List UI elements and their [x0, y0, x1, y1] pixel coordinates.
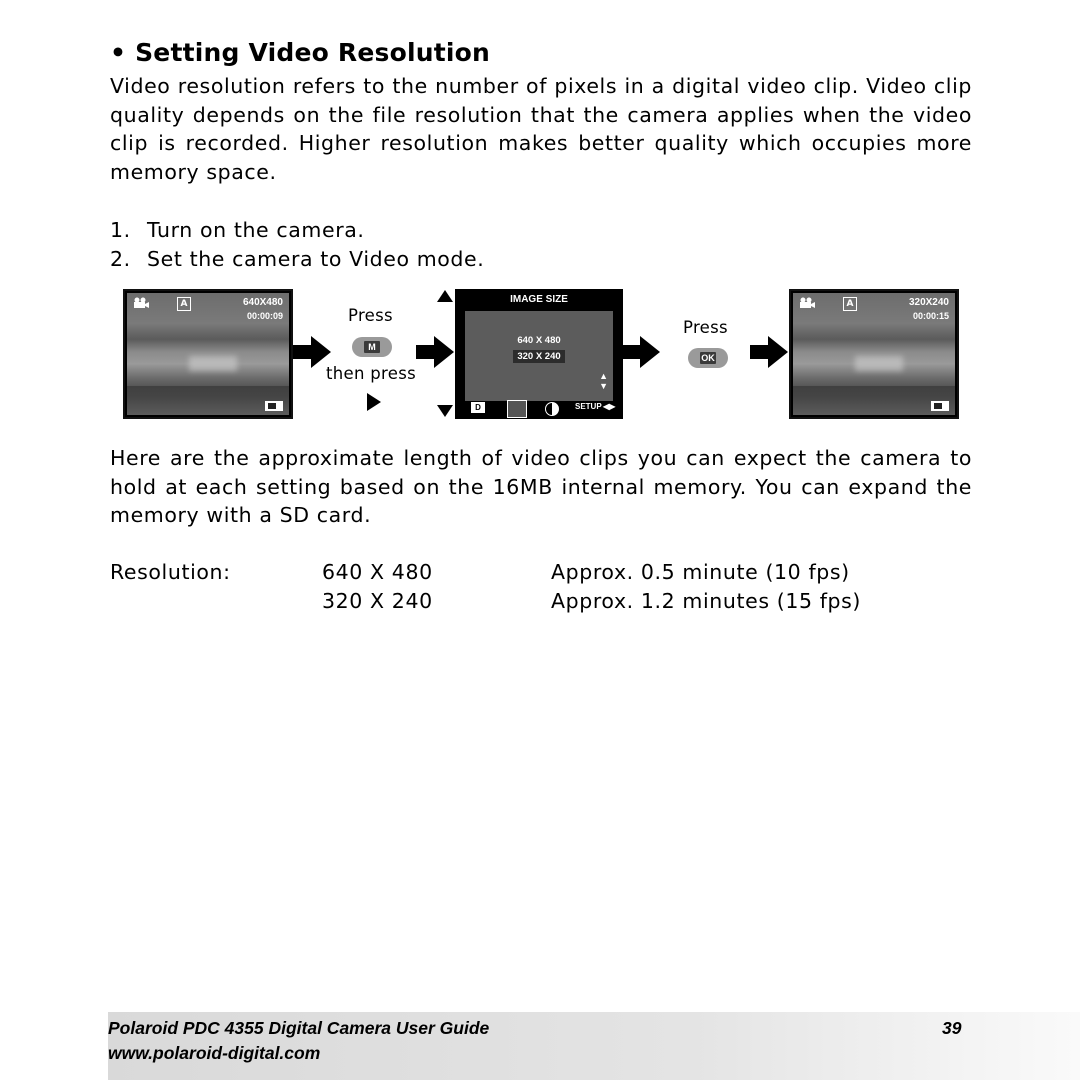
resolution-value: 640 X 480 — [322, 560, 433, 584]
resolution-desc: Approx. 0.5 minute (10 fps) — [551, 560, 850, 584]
menu-button-m: M — [352, 337, 392, 357]
step-item: 1. Turn on the camera. — [110, 218, 365, 242]
resolution-readout: 640X480 — [242, 297, 283, 308]
down-arrow-icon — [437, 405, 453, 417]
image-size-icon — [507, 400, 527, 418]
resolution-readout: 320X240 — [908, 297, 949, 308]
flash-auto-icon: A — [843, 297, 857, 311]
step-item: 2. Set the camera to Video mode. — [110, 246, 485, 271]
battery-icon — [265, 401, 283, 411]
resolution-label: Resolution: — [110, 560, 231, 584]
menu-option: 640 X 480 — [517, 335, 561, 346]
ok-button: OK — [688, 348, 728, 368]
camera-icon: D — [471, 402, 485, 413]
menu-option-selected: 320 X 240 — [465, 350, 613, 363]
menu-title: IMAGE SIZE — [510, 294, 568, 305]
capacity-paragraph: Here are the approximate length of video… — [110, 446, 972, 527]
lcd-screen-after: A 320X240 00:00:15 — [789, 289, 959, 419]
lcd-screen-before: A 640X480 00:00:09 — [123, 289, 293, 419]
page-number: 39 — [942, 1018, 962, 1038]
resolution-descriptions: Approx. 0.5 minute (10 fps) Approx. 1.2 … — [551, 558, 861, 616]
up-down-icon: ▲ ▼ — [599, 371, 608, 391]
press-label: Press — [683, 318, 728, 337]
steps-list: 1. Turn on the camera. 2. Set the camera t… — [110, 216, 484, 273]
video-camera-icon — [800, 297, 815, 308]
video-camera-icon — [134, 297, 149, 308]
press-label: Press — [348, 306, 393, 325]
then-press-label: then press — [326, 364, 417, 383]
resolution-desc: Approx. 1.2 minutes (15 fps) — [551, 589, 862, 613]
footer-title: Polaroid PDC 4355 Digital Camera User Gu… — [108, 1018, 490, 1038]
resolution-value: 320 X 240 — [322, 589, 433, 613]
page-footer: Polaroid PDC 4355 Digital Camera User Gu… — [108, 1012, 1080, 1080]
setup-tab: SETUP — [575, 402, 602, 411]
up-arrow-icon — [437, 290, 453, 302]
flash-auto-icon: A — [177, 297, 191, 311]
contrast-icon — [545, 402, 559, 416]
left-right-icon: ◀▶ — [603, 402, 616, 411]
footer-url[interactable]: www.polaroid-digital.com — [108, 1043, 320, 1064]
resolution-values: 640 X 480 320 X 240 — [322, 558, 433, 616]
right-button-icon — [367, 393, 381, 411]
section-heading: • Setting Video Resolution — [110, 38, 491, 67]
intro-paragraph: Video resolution refers to the number of… — [110, 74, 972, 184]
time-readout: 00:00:15 — [912, 311, 949, 321]
time-readout: 00:00:09 — [246, 311, 283, 321]
image-size-menu: IMAGE SIZE 640 X 480 320 X 240 ▲ ▼ D SETU… — [455, 289, 623, 419]
battery-icon — [931, 401, 949, 411]
